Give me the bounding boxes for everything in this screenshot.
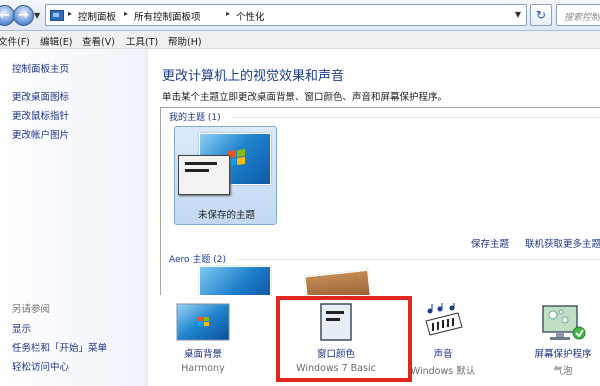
forward-button[interactable]: →	[13, 5, 34, 26]
save-theme-link[interactable]: 保存主题	[471, 236, 509, 250]
windows-logo-icon	[228, 148, 246, 168]
breadcrumb-control-panel[interactable]: 控制面板	[78, 9, 116, 23]
unsaved-theme-label: 未保存的主题	[197, 210, 255, 221]
aero-themes-group-label: Aero 主题 (2)	[169, 255, 227, 265]
group-divider	[237, 259, 600, 260]
page-subtitle: 单击某个主题立即更改桌面背景、窗口颜色、声音和屏幕保护程序。	[162, 92, 448, 103]
refresh-button[interactable]: ↻	[530, 4, 552, 26]
desktop-background-item[interactable]: 桌面背景 Harmony	[158, 295, 248, 386]
get-more-themes-link[interactable]: 联机获取更多主题	[525, 236, 600, 250]
search-input[interactable]: 搜索控制面板	[556, 4, 600, 26]
highlight-annotation-box	[276, 296, 412, 382]
taskbar-start-menu-link[interactable]: 任务栏和「开始」菜单	[12, 340, 107, 354]
address-dropdown-icon[interactable]: ▼	[515, 10, 521, 19]
menu-view[interactable]: 查看(V)	[82, 34, 115, 48]
search-placeholder: 搜索控制面板	[564, 13, 600, 23]
desktop-background-icon	[176, 303, 230, 344]
page-title: 更改计算机上的视觉效果和声音	[162, 69, 345, 84]
menu-tools[interactable]: 工具(T)	[126, 34, 158, 48]
change-desktop-icons-link[interactable]: 更改桌面图标	[12, 89, 69, 103]
menu-bar: 文件(F) 编辑(E) 查看(V) 工具(T) 帮助(H)	[0, 31, 600, 49]
menu-help[interactable]: 帮助(H)	[168, 34, 202, 48]
desktop-background-value: Harmony	[181, 363, 225, 374]
breadcrumb[interactable]: ▸ 控制面板 ▸ 所有控制面板项 ▸ 个性化 ▼	[45, 4, 527, 26]
screensaver-label: 屏幕保护程序	[534, 349, 592, 360]
display-link[interactable]: 显示	[12, 321, 31, 335]
breadcrumb-personalization[interactable]: 个性化	[236, 9, 265, 23]
window-preview-icon	[178, 155, 230, 195]
breadcrumb-all-items[interactable]: 所有控制面板项	[134, 9, 201, 23]
desktop-background-label: 桌面背景	[183, 349, 222, 360]
menu-edit[interactable]: 编辑(E)	[40, 34, 72, 48]
see-also-heading: 另请参阅	[12, 304, 51, 315]
recent-pages-dropdown[interactable]: ▼	[34, 11, 40, 20]
breadcrumb-separator-icon[interactable]: ▸	[124, 9, 128, 18]
control-panel-home-link[interactable]: 控制面板主页	[12, 61, 69, 75]
screensaver-item[interactable]: 屏幕保护程序 气泡	[518, 295, 600, 386]
my-themes-group-label: 我的主题 (1)	[169, 113, 221, 123]
change-account-picture-link[interactable]: 更改帐户图片	[12, 127, 69, 141]
ease-of-access-link[interactable]: 轻松访问中心	[12, 359, 69, 373]
breadcrumb-separator-icon[interactable]: ▸	[226, 9, 230, 18]
sound-icon	[420, 303, 466, 346]
address-bar: ← → ▼ ▸ 控制面板 ▸ 所有控制面板项 ▸ 个性化 ▼ ↻ 搜索控制面板	[0, 0, 600, 31]
menu-file[interactable]: 文件(F)	[0, 34, 30, 48]
change-mouse-pointers-link[interactable]: 更改鼠标指针	[12, 108, 69, 122]
group-divider	[233, 117, 600, 118]
screensaver-value: 气泡	[553, 366, 573, 377]
breadcrumb-separator-icon[interactable]: ▸	[68, 9, 72, 18]
task-pane: 控制面板主页 更改桌面图标 更改鼠标指针 更改帐户图片 另请参阅 显示 任务栏和…	[0, 49, 148, 386]
screensaver-icon	[539, 303, 587, 346]
unsaved-theme-tile[interactable]: 未保存的主题	[174, 126, 277, 225]
control-panel-icon	[50, 10, 64, 21]
